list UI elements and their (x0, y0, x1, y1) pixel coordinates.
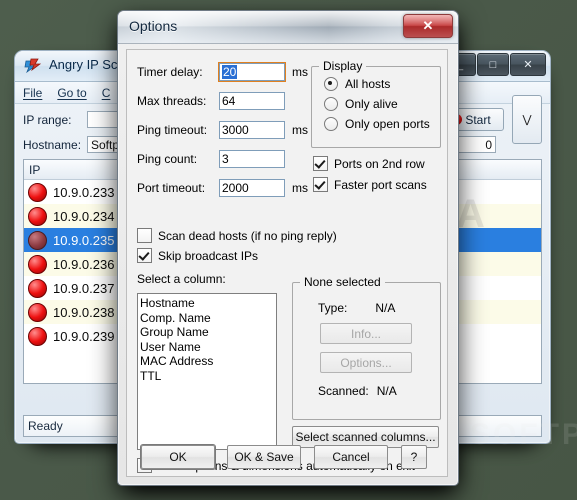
display-radio-option[interactable]: All hosts (324, 77, 440, 91)
scanned-row: Scanned: N/A (318, 384, 397, 398)
host-status-icon (28, 302, 47, 322)
ip-range-label: IP range: (23, 112, 72, 127)
scanned-label: Scanned: (318, 384, 369, 398)
radio-label: Only alive (345, 97, 398, 111)
ip-address-cell: 10.9.0.235 (53, 232, 115, 248)
column-listbox[interactable]: Hostname Comp. Name Group Name User Name MAC… (137, 293, 277, 450)
ip-address-cell: 10.9.0.239 (53, 328, 115, 344)
column-header-ip[interactable]: IP (24, 160, 132, 179)
ok-button[interactable]: OK (141, 445, 215, 469)
list-item[interactable]: MAC Address (140, 354, 276, 369)
ip-address-cell: 10.9.0.237 (53, 280, 115, 296)
display-options: All hosts Only alive Only open ports (312, 67, 440, 131)
type-row: Type: N/A (318, 301, 395, 315)
menu-file[interactable]: File (23, 86, 42, 100)
ip-address-cell: 10.9.0.233 (53, 184, 115, 200)
ok-save-button[interactable]: OK & Save (227, 445, 301, 469)
radio-label: Only open ports (345, 117, 430, 131)
ports-on-2nd-row-box[interactable] (313, 156, 328, 171)
close-button[interactable]: ✕ (510, 53, 546, 76)
host-status-icon (28, 278, 47, 298)
host-status-icon (28, 206, 47, 226)
skip-broadcast-ips-box[interactable] (137, 248, 152, 263)
field-row: Timer delay: 20 ms (137, 61, 308, 82)
field-row: Port timeout: 2000 ms (137, 178, 308, 197)
field-unit: ms (292, 122, 308, 137)
display-radio-option[interactable]: Only open ports (324, 117, 440, 131)
ip-address-cell: 10.9.0.234 (53, 208, 115, 224)
field-unit: ms (292, 180, 308, 195)
field-label: Max threads: (137, 93, 207, 108)
field-input[interactable]: 2000 (219, 178, 285, 197)
type-label: Type: (318, 301, 348, 315)
radio-box[interactable] (324, 97, 338, 111)
host-status-icon (28, 182, 47, 202)
field-unit: ms (292, 64, 308, 79)
list-item[interactable]: User Name (140, 340, 276, 355)
faster-port-scans-label: Faster port scans (334, 177, 427, 192)
checkbox-ports-on-2nd-row[interactable]: Ports on 2nd row (313, 156, 425, 171)
field-row: Ping count: 3 (137, 149, 292, 168)
maximize-button[interactable]: □ (477, 53, 509, 76)
field-label: Port timeout: (137, 180, 206, 195)
scanned-value: N/A (376, 384, 397, 398)
scan-dead-hosts-label: Scan dead hosts (if no ping reply) (158, 228, 337, 243)
dialog-titlebar: Options ✕ (118, 11, 458, 44)
field-input[interactable]: 3000 (219, 120, 285, 139)
cancel-button[interactable]: Cancel (314, 445, 388, 469)
field-input[interactable]: 3 (219, 149, 285, 168)
display-group-title: Display (319, 59, 367, 73)
select-column-label: Select a column: (137, 272, 226, 286)
ip-address-cell: 10.9.0.236 (53, 256, 115, 272)
checkbox-faster-port-scans[interactable]: Faster port scans (313, 177, 427, 192)
options-button[interactable]: Options... (320, 352, 412, 373)
skip-broadcast-ips-label: Skip broadcast IPs (158, 248, 259, 263)
dialog-body: Timer delay: 20 ms Max threads: 64 Ping timeo… (126, 49, 448, 477)
radio-label: All hosts (345, 77, 391, 91)
field-label: Ping count: (137, 151, 198, 166)
expand-toolbar-button[interactable]: ⋁ (512, 95, 542, 144)
field-value: 20 (222, 64, 238, 79)
field-row: Max threads: 64 (137, 91, 292, 110)
display-group: Display All hosts Only alive Only open por… (311, 59, 441, 148)
list-item[interactable]: Group Name (140, 325, 276, 340)
host-status-icon (28, 254, 47, 274)
faster-port-scans-box[interactable] (313, 177, 328, 192)
threads-input[interactable]: 0 (454, 136, 496, 153)
host-status-icon (28, 326, 47, 346)
info-button[interactable]: Info... (320, 323, 412, 344)
selected-column-group: None selected Type: N/A Info... Options.… (292, 275, 441, 420)
menu-commands[interactable]: C (102, 86, 111, 100)
field-label: Timer delay: (137, 64, 203, 79)
hostname-label: Hostname: (23, 137, 82, 152)
display-radio-option[interactable]: Only alive (324, 97, 440, 111)
list-item[interactable]: Hostname (140, 296, 276, 311)
ip-address-cell: 10.9.0.238 (53, 304, 115, 320)
ports-on-2nd-row-label: Ports on 2nd row (334, 156, 425, 171)
field-row: Ping timeout: 3000 ms (137, 120, 308, 139)
angry-ip-scanner-icon (24, 58, 42, 74)
checkbox-skip-broadcast-ips[interactable]: Skip broadcast IPs (137, 248, 258, 263)
screenshot-root: Angry IP Scanner _ □ ✕ File Go to C IP r… (0, 0, 577, 500)
status-text: Ready (28, 419, 63, 433)
field-input[interactable]: 64 (219, 91, 285, 110)
field-label: Ping timeout: (137, 122, 208, 137)
start-button-label: Start (465, 112, 491, 127)
options-dialog[interactable]: Options ✕ Timer delay: 20 ms Max threads: 64… (117, 10, 459, 486)
host-status-icon (28, 230, 47, 250)
checkbox-scan-dead-hosts[interactable]: Scan dead hosts (if no ping reply) (137, 228, 337, 243)
type-value: N/A (375, 301, 396, 315)
menu-goto[interactable]: Go to (57, 86, 86, 100)
field-input[interactable]: 20 (218, 61, 286, 82)
help-button[interactable]: ? (401, 445, 427, 469)
selected-column-group-title: None selected (300, 275, 385, 289)
list-item[interactable]: TTL (140, 369, 276, 384)
dialog-title: Options (129, 18, 178, 34)
bg-window-buttons: _ □ ✕ (444, 53, 546, 76)
list-item[interactable]: Comp. Name (140, 311, 276, 326)
radio-box[interactable] (324, 117, 338, 131)
dialog-close-button[interactable]: ✕ (403, 14, 453, 38)
scan-dead-hosts-box[interactable] (137, 228, 152, 243)
radio-box[interactable] (324, 77, 338, 91)
